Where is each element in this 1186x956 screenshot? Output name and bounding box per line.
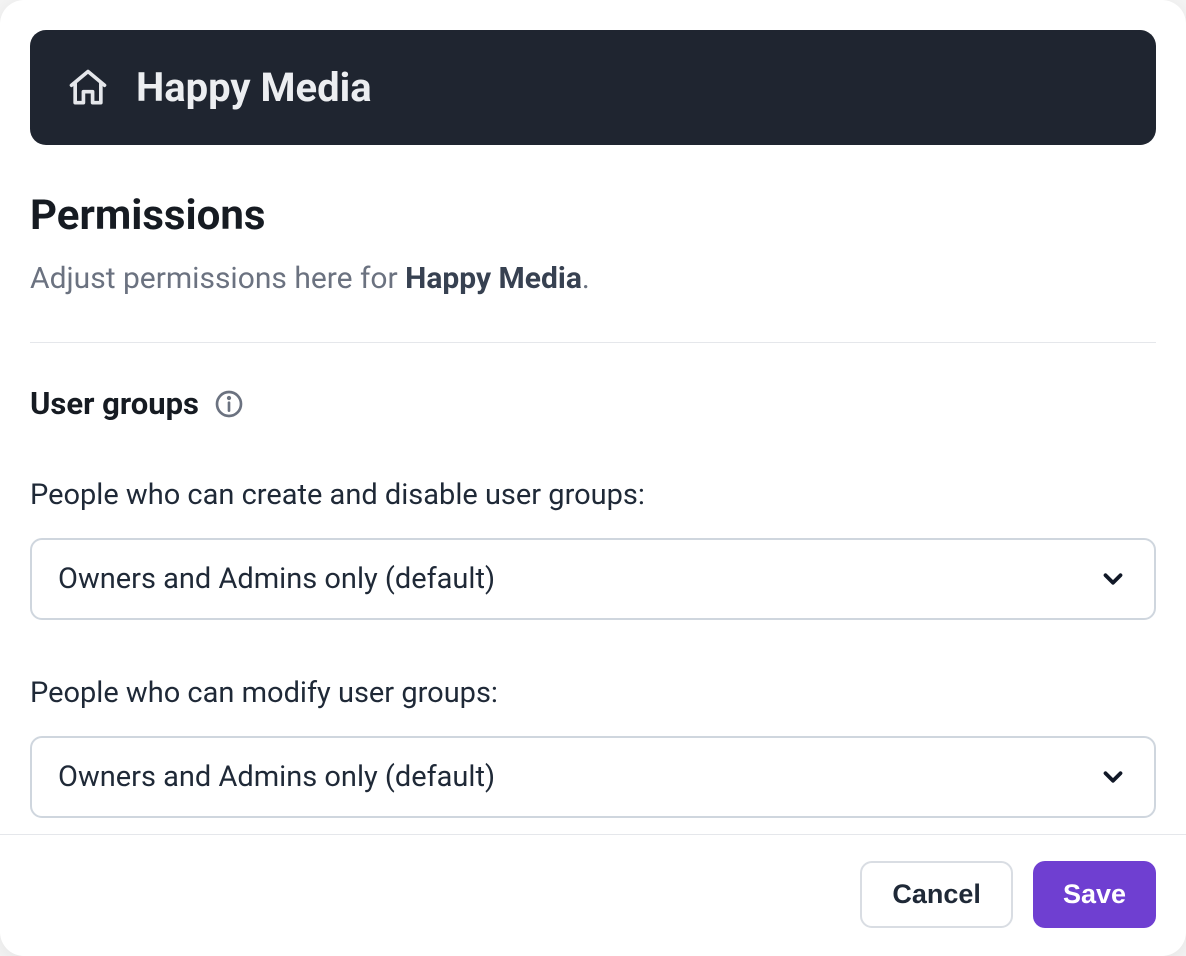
page-title: Permissions — [30, 191, 1156, 240]
select-modify-groups[interactable]: Owners and Admins only (default) — [30, 736, 1156, 818]
page-subtitle: Adjust permissions here for Happy Media. — [30, 258, 1156, 300]
permissions-modal: Happy Media Permissions Adjust permissio… — [0, 0, 1186, 956]
chevron-down-icon — [1098, 762, 1128, 792]
divider — [30, 342, 1156, 343]
subtitle-suffix: . — [582, 261, 590, 296]
org-name: Happy Media — [136, 64, 372, 111]
cancel-button[interactable]: Cancel — [860, 861, 1013, 928]
home-icon — [66, 66, 110, 110]
select-create-disable-groups[interactable]: Owners and Admins only (default) — [30, 538, 1156, 620]
info-icon[interactable] — [213, 388, 245, 420]
modal-body: Happy Media Permissions Adjust permissio… — [0, 0, 1186, 834]
chevron-down-icon — [1098, 564, 1128, 594]
select-value: Owners and Admins only (default) — [58, 562, 495, 596]
save-button[interactable]: Save — [1033, 861, 1156, 928]
user-groups-header: User groups — [30, 385, 1156, 422]
user-groups-title: User groups — [30, 385, 199, 422]
field-label: People who can create and disable user g… — [30, 478, 1156, 512]
select-value: Owners and Admins only (default) — [58, 760, 495, 794]
subtitle-org: Happy Media — [405, 261, 582, 296]
modal-footer: Cancel Save — [0, 834, 1186, 956]
subtitle-prefix: Adjust permissions here for — [30, 261, 405, 296]
org-header: Happy Media — [30, 30, 1156, 145]
field-modify-groups: People who can modify user groups: Owner… — [30, 676, 1156, 818]
field-create-disable-groups: People who can create and disable user g… — [30, 478, 1156, 620]
field-label: People who can modify user groups: — [30, 676, 1156, 710]
